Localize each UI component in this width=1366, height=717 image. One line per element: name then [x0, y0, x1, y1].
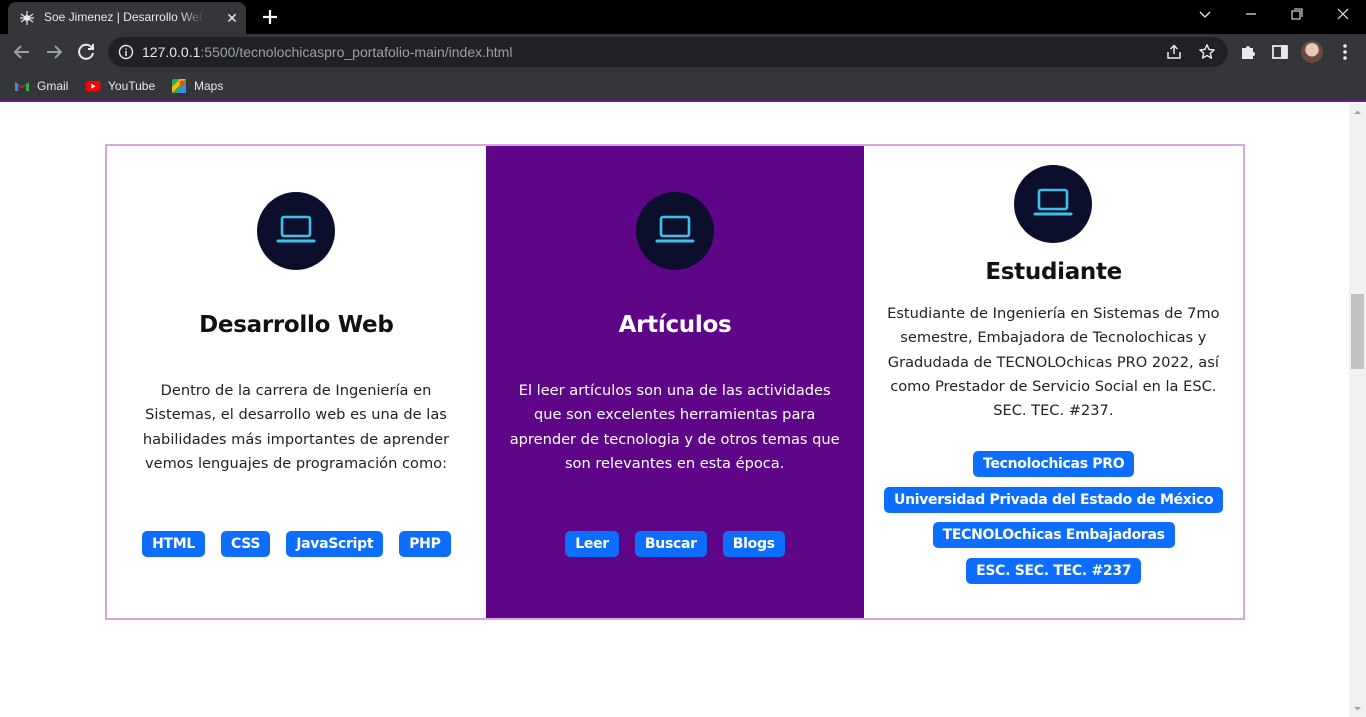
cards-section: Desarrollo Web Dentro de la carrera de I… [105, 144, 1245, 620]
spider-favicon-icon [20, 11, 34, 25]
kebab-menu-icon[interactable] [1335, 42, 1355, 62]
tag-embajadoras[interactable]: TECNOLOchicas Embajadoras [932, 522, 1175, 548]
side-panel-icon[interactable] [1270, 42, 1290, 62]
url-text[interactable]: 127.0.0.1:5500/tecnolochicaspro_portafol… [142, 44, 512, 60]
tag-universidad[interactable]: Universidad Privada del Estado de México [884, 486, 1224, 513]
tag-javascript[interactable]: JavaScript [286, 531, 384, 557]
bookmark-label: YouTube [108, 79, 156, 93]
tab-title: Soe Jimenez | Desarrollo Web Front [44, 10, 204, 26]
browser-toolbar: 127.0.0.1:5500/tecnolochicaspro_portafol… [0, 34, 1366, 70]
bookmark-label: Maps [194, 79, 224, 93]
extensions-puzzle-icon[interactable] [1238, 42, 1258, 62]
tag-blogs[interactable]: Blogs [722, 531, 785, 557]
card-title: Desarrollo Web [199, 312, 394, 338]
card-desarrollo-web: Desarrollo Web Dentro de la carrera de I… [107, 146, 486, 618]
url-host: 127.0.0.1 [142, 44, 201, 60]
laptop-icon [276, 215, 316, 243]
bookmarks-bar: Gmail YouTube Maps [0, 70, 1366, 102]
laptop-icon-badge [257, 192, 335, 270]
share-icon[interactable] [1165, 43, 1183, 61]
close-icon[interactable] [1320, 0, 1366, 34]
tag-list: Tecnolochicas PRO Universidad Privada de… [864, 451, 1243, 593]
restore-icon[interactable] [1274, 0, 1320, 34]
tag-list: Leer Buscar Blogs [486, 531, 865, 557]
tag-css[interactable]: CSS [221, 531, 271, 557]
star-icon[interactable] [1198, 43, 1216, 61]
card-articulos: Artículos El leer artículos son una de l… [485, 146, 865, 618]
reload-icon[interactable] [72, 38, 100, 66]
forward-arrow-icon[interactable] [40, 38, 68, 66]
tag-leer[interactable]: Leer [565, 531, 619, 557]
back-arrow-icon[interactable] [8, 38, 36, 66]
card-description: El leer artículos son una de las activid… [509, 382, 840, 472]
tag-buscar[interactable]: Buscar [634, 531, 707, 557]
bookmark-gmail[interactable]: Gmail [14, 76, 68, 96]
tag-esc-sec-tec[interactable]: ESC. SEC. TEC. #237 [966, 557, 1142, 584]
scrollbar-thumb[interactable] [1351, 294, 1364, 369]
card-estudiante: Estudiante Estudiante de Ingeniería en S… [864, 146, 1244, 618]
laptop-icon-badge [1014, 165, 1093, 243]
info-icon[interactable] [118, 44, 134, 60]
profile-avatar[interactable] [1301, 41, 1323, 63]
card-title: Artículos [618, 312, 732, 338]
page-viewport[interactable]: Desarrollo Web Dentro de la carrera de I… [0, 104, 1366, 717]
laptop-icon [655, 215, 695, 243]
tab-strip: Soe Jimenez | Desarrollo Web Front ✕ [0, 0, 1366, 34]
chevron-down-icon[interactable] [1182, 0, 1228, 34]
laptop-icon [1033, 188, 1073, 216]
laptop-icon-badge [635, 192, 714, 270]
address-bar[interactable]: 127.0.0.1:5500/tecnolochicaspro_portafol… [108, 37, 1228, 67]
tag-php[interactable]: PHP [399, 531, 451, 557]
plus-icon[interactable] [258, 5, 282, 29]
bookmark-maps[interactable]: Maps [171, 76, 223, 96]
minimize-icon[interactable] [1228, 0, 1274, 34]
url-path: :5500/tecnolochicaspro_portafolio-main/i… [200, 44, 513, 60]
tag-tecnolochicas-pro[interactable]: Tecnolochicas PRO [973, 451, 1135, 477]
maps-icon [172, 79, 186, 93]
tag-list: HTML CSS JavaScript PHP [107, 531, 486, 557]
youtube-icon [85, 81, 101, 92]
bookmark-youtube[interactable]: YouTube [85, 76, 155, 96]
card-title: Estudiante [985, 259, 1122, 285]
card-description: Estudiante de Ingeniería en Sistemas de … [887, 305, 1220, 420]
tag-html[interactable]: HTML [142, 531, 206, 557]
scroll-up-arrow-icon[interactable] [1349, 104, 1366, 121]
bookmark-label: Gmail [37, 79, 69, 93]
browser-tab[interactable]: Soe Jimenez | Desarrollo Web Front ✕ [8, 2, 246, 34]
close-icon[interactable]: ✕ [224, 10, 240, 26]
vertical-scrollbar[interactable] [1349, 104, 1366, 717]
scroll-down-arrow-icon[interactable] [1349, 700, 1366, 717]
gmail-icon [15, 82, 29, 91]
card-description: Dentro de la carrera de Ingeniería en Si… [142, 382, 450, 472]
